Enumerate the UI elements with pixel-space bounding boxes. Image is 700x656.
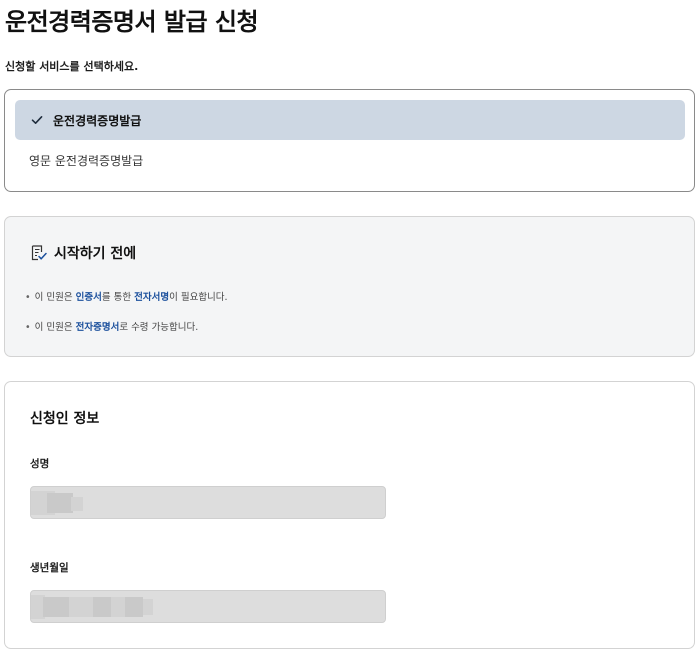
masked-value xyxy=(43,597,69,617)
service-selector: 운전경력증명발급 영문 운전경력증명발급 xyxy=(4,89,695,192)
notice-bullet: • 이 민원은 전자증명서로 수령 가능합니다. xyxy=(25,319,198,333)
service-option-label: 운전경력증명발급 xyxy=(53,113,142,128)
notice-header: 시작하기 전에 xyxy=(30,243,136,263)
bullet-text: 이 민원은 xyxy=(34,292,76,303)
masked-value xyxy=(71,497,83,511)
bullet-dot-icon: • xyxy=(25,292,31,303)
service-option-label: 영문 운전경력증명발급 xyxy=(29,153,144,168)
masked-value xyxy=(111,597,125,617)
service-instruction: 신청할 서비스를 선택하세요. xyxy=(5,60,139,73)
applicant-info-panel: 신청인 정보 성명 생년월일 xyxy=(4,381,695,649)
birth-date-field[interactable] xyxy=(30,590,386,623)
notice-title: 시작하기 전에 xyxy=(54,246,137,262)
masked-value xyxy=(47,493,73,513)
page-title: 운전경력증명서 발급 신청 xyxy=(5,8,259,36)
masked-value xyxy=(69,597,93,617)
masked-value xyxy=(125,597,143,617)
bullet-text: 이 필요합니다. xyxy=(169,292,228,303)
service-option-domestic[interactable]: 운전경력증명발급 xyxy=(15,100,685,140)
bullet-text: 이 민원은 xyxy=(34,322,76,333)
masked-value xyxy=(93,597,113,617)
bullet-text: 로 수령 가능합니다. xyxy=(119,322,199,333)
notice-bullet: • 이 민원은 인증서를 통한 전자서명이 필요합니다. xyxy=(25,289,228,303)
bullet-dot-icon: • xyxy=(25,322,31,333)
masked-value xyxy=(143,599,153,615)
notice-panel: 시작하기 전에 xyxy=(4,216,695,357)
bullet-highlight: 전자서명 xyxy=(134,292,170,303)
bullet-highlight: 전자증명서 xyxy=(75,322,120,333)
service-option-english[interactable]: 영문 운전경력증명발급 xyxy=(15,140,685,180)
bullet-highlight: 인증서 xyxy=(75,292,102,303)
checkmark-icon xyxy=(31,116,43,124)
name-field[interactable] xyxy=(30,486,386,519)
bullet-text: 를 통한 xyxy=(101,292,135,303)
birth-date-label: 생년월일 xyxy=(30,562,69,574)
checklist-icon xyxy=(31,245,47,261)
section-title: 신청인 정보 xyxy=(30,411,100,427)
name-label: 성명 xyxy=(30,458,50,470)
